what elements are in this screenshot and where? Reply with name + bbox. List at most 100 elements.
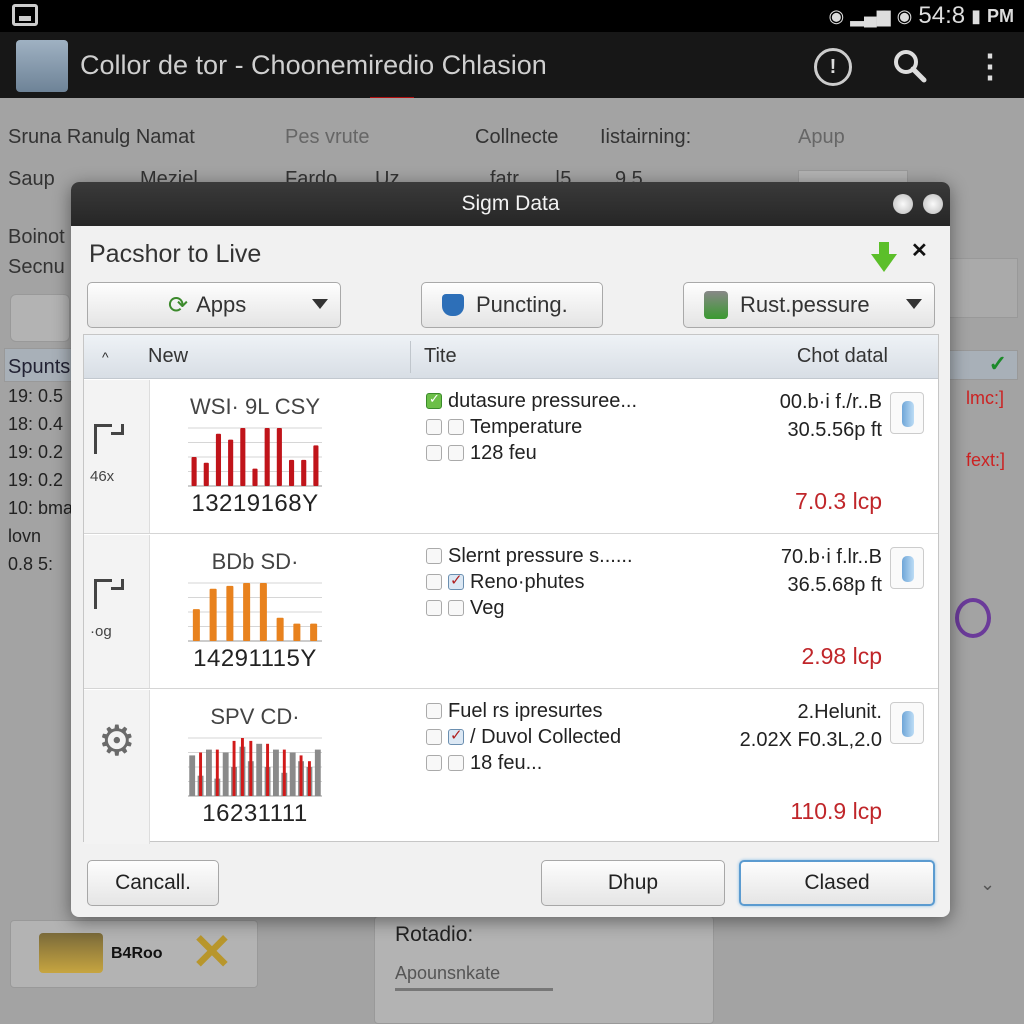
checkbox[interactable] [448, 755, 464, 771]
gear-icon[interactable]: ⚙ [98, 716, 136, 765]
bg-bottom-card: B4Roo ✕ [10, 920, 258, 988]
chart-number: 13219168Y [191, 490, 319, 517]
bracket-icon [94, 424, 124, 454]
table-row[interactable]: ⚙ SPV CD· 16231111 Fuel rs ipresurtes / … [84, 690, 938, 844]
checkbox[interactable] [426, 445, 442, 461]
item-label: 128 feu [470, 441, 537, 464]
chart-bar [314, 749, 321, 796]
pressure-dropdown[interactable]: Rust.pessure [683, 282, 935, 328]
info-icon[interactable]: ! [814, 48, 852, 86]
chart-bar [240, 428, 246, 486]
dhup-button[interactable]: Dhup [541, 860, 725, 906]
apps-label: Apps [196, 292, 247, 317]
bg-card-caption: B4Roo [111, 945, 163, 962]
checkbox[interactable] [426, 755, 442, 771]
download-arrow-icon[interactable] [871, 242, 897, 272]
chart-bar [226, 585, 234, 641]
checkbox[interactable] [448, 726, 464, 745]
item-label: Fuel rs ipresurtes [448, 699, 603, 722]
row-side: ·og [84, 535, 150, 688]
table-row[interactable]: 46x WSI· 9L CSY 13219168Y dutasure press… [84, 380, 938, 534]
checkbox[interactable] [448, 571, 464, 590]
list-item[interactable]: 18 feu... [426, 750, 621, 776]
sort-icon[interactable]: ^ [102, 349, 109, 365]
row-side: ⚙ [84, 690, 150, 844]
bg-right-panel [948, 258, 1018, 318]
chart-bar [192, 609, 200, 641]
close-button[interactable]: Clased [739, 860, 935, 906]
status-ampm: PM [987, 5, 1014, 26]
list-item[interactable]: Veg [426, 595, 633, 621]
row-total: 110.9 lcp [790, 798, 882, 824]
bg-header: Pes vrute [285, 126, 370, 148]
column-header-new[interactable]: New [148, 345, 188, 368]
chart-bar [313, 445, 319, 486]
checkbox[interactable] [426, 419, 442, 435]
bottle-icon[interactable] [890, 392, 924, 434]
maximize-button[interactable] [923, 194, 943, 214]
bg-header: Iistairning: [600, 126, 692, 148]
row-values: 70.b·i f.lr..B 36.5.68p ft [781, 543, 882, 599]
bg-list-item: 10: bma [8, 498, 74, 518]
list-item[interactable]: Reno·phutes [426, 569, 633, 595]
wifi-icon: ◉ [828, 5, 845, 26]
chart-bar [215, 749, 219, 796]
item-label: Veg [470, 596, 505, 619]
chart-bar [259, 583, 267, 641]
list-item[interactable]: Slernt pressure s...... [426, 543, 633, 569]
checkbox[interactable] [426, 548, 442, 564]
chart-bar [199, 752, 203, 796]
minimize-button[interactable] [893, 194, 913, 214]
checkbox[interactable] [426, 703, 442, 719]
checkbox[interactable] [426, 391, 442, 409]
chart-bar [209, 588, 217, 641]
dialog-title: Sigm Data [461, 192, 560, 215]
battery-icon: ▮ [971, 5, 981, 26]
chart-bar [228, 439, 234, 486]
cancel-button[interactable]: Cancall. [87, 860, 219, 906]
bg-box-link[interactable]: Apounsnkate [395, 963, 553, 991]
row-chart: SPV CD· 16231111 [180, 704, 330, 834]
bar-chart [188, 582, 322, 642]
list-item[interactable]: Fuel rs ipresurtes [426, 698, 621, 724]
list-item[interactable]: / Duvol Collected [426, 724, 621, 750]
checkbox[interactable] [448, 419, 464, 435]
search-icon[interactable] [890, 46, 930, 86]
value-line: 36.5.68p ft [787, 574, 882, 596]
checkbox[interactable] [426, 600, 442, 616]
item-label: / Duvol Collected [470, 725, 622, 748]
apps-dropdown[interactable]: ⟳ Apps [87, 282, 341, 328]
bottle-icon[interactable] [890, 702, 924, 744]
column-divider [410, 341, 411, 373]
x-icon: ✕ [191, 924, 233, 980]
punching-button[interactable]: Puncting. [421, 282, 603, 328]
chart-title: BDb SD· [211, 549, 299, 574]
row-side: 46x [84, 380, 150, 533]
checkbox[interactable] [426, 729, 442, 745]
list-item[interactable]: Temperature [426, 414, 637, 440]
more-vert-icon[interactable]: ⋮ [970, 46, 1010, 86]
bracket-icon [94, 579, 124, 609]
bg-header: Apup [798, 126, 845, 148]
chart-bar [252, 468, 258, 486]
checkbox[interactable] [448, 445, 464, 461]
chart-bar [289, 752, 296, 796]
table-row[interactable]: ·og BDb SD· 14291115Y Slernt pressure s.… [84, 535, 938, 689]
bottle-icon[interactable] [890, 547, 924, 589]
column-header-title[interactable]: Tite [424, 345, 457, 368]
chart-bar [256, 743, 263, 796]
lock-icon [12, 4, 38, 26]
list-item[interactable]: dutasure pressuree... [426, 388, 637, 414]
chart-bar [222, 752, 229, 796]
column-header-chart-data[interactable]: Chot datal [797, 345, 888, 368]
chart-bar [232, 740, 236, 796]
checkbox[interactable] [448, 600, 464, 616]
chart-bar [310, 623, 318, 641]
dialog-titlebar: Sigm Data [71, 182, 950, 226]
bg-header: Collnecte [475, 126, 559, 148]
close-icon[interactable]: ✕ [911, 238, 928, 263]
checkbox[interactable] [426, 574, 442, 590]
book-icon [39, 933, 103, 973]
list-item[interactable]: 128 feu [426, 440, 637, 466]
app-icon [16, 40, 68, 92]
